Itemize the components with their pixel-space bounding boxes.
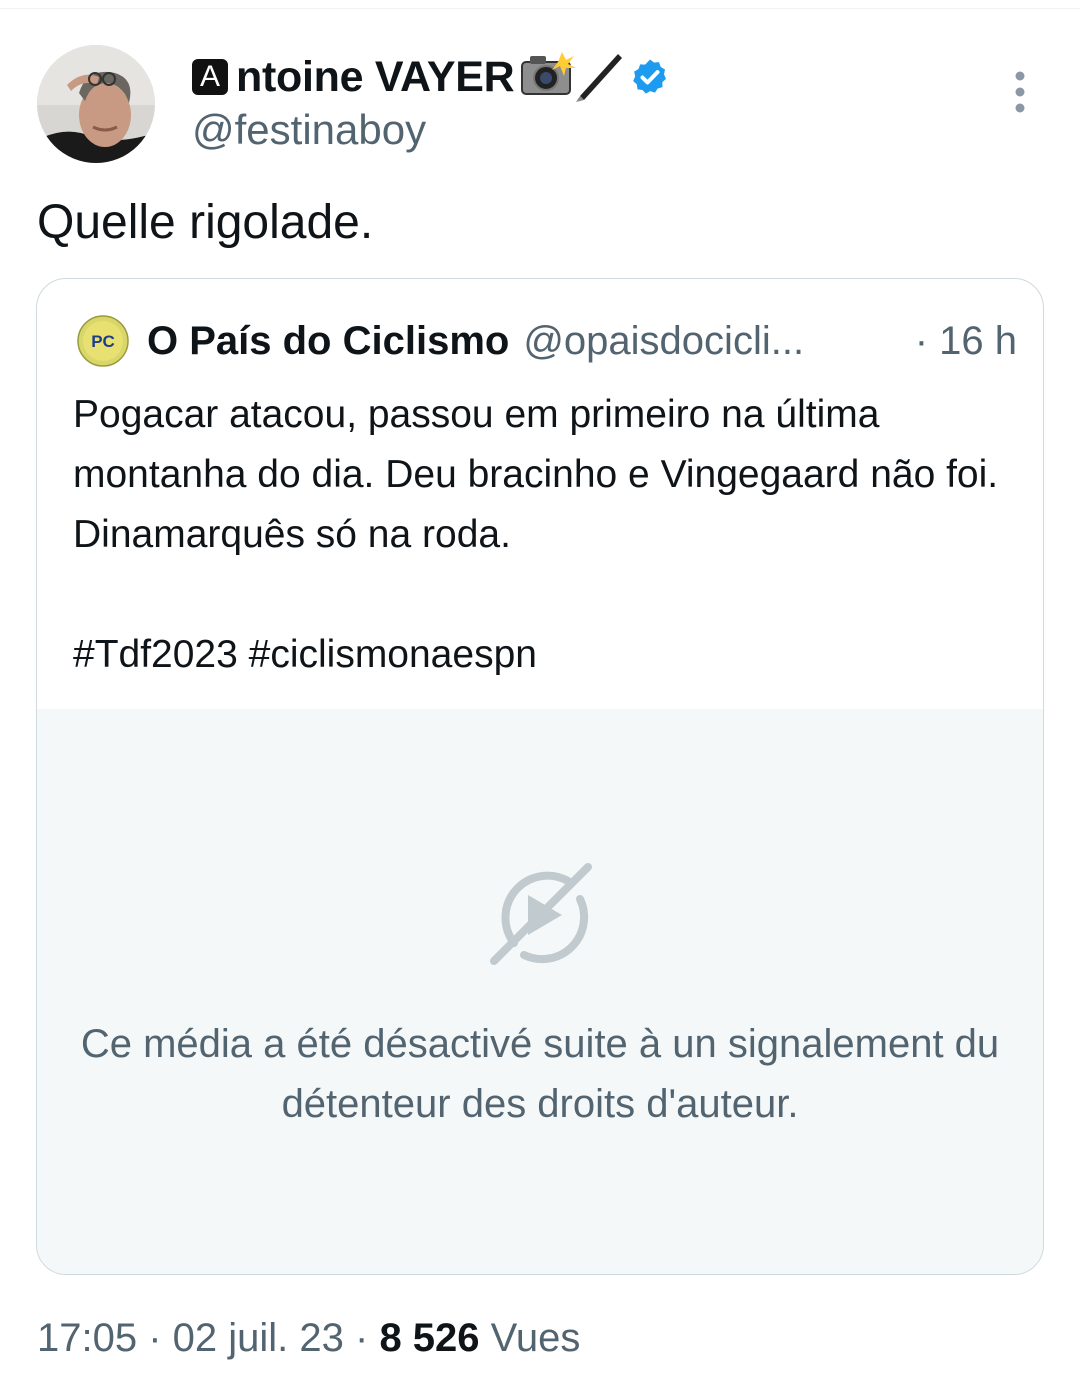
- top-divider: [0, 0, 1080, 9]
- more-vertical-icon: [1015, 71, 1025, 113]
- tweet-date[interactable]: 02 juil. 23: [173, 1316, 344, 1360]
- disabled-media-panel: Ce média a été désactivé suite à un sign…: [37, 709, 1043, 1274]
- meta-separator: ·: [343, 1316, 380, 1360]
- author-avatar[interactable]: [37, 45, 155, 163]
- quoted-tweet-time[interactable]: · 16 h: [915, 319, 1017, 364]
- name-letter-badge: A: [192, 59, 228, 95]
- quoted-tweet-card[interactable]: PC O País do Ciclismo @opaisdocicli... ·…: [36, 278, 1044, 1275]
- quoted-author-handle[interactable]: @opaisdocicli...: [523, 319, 900, 364]
- author-avatar-image: [37, 45, 155, 163]
- disabled-video-icon: [490, 863, 592, 965]
- author-name-row[interactable]: Antoine VAYER: [192, 48, 670, 106]
- meta-separator: ·: [137, 1316, 173, 1360]
- author-handle[interactable]: @festinaboy: [192, 106, 426, 154]
- tweet-meta-row: 17:05 · 02 juil. 23 · 8 526 Vues: [37, 1316, 580, 1361]
- verified-badge-icon: [633, 59, 667, 94]
- tweet-text: Quelle rigolade.: [37, 196, 374, 249]
- camera-pen-emoji-icon: [521, 51, 623, 102]
- author-display-name[interactable]: ntoine VAYER: [236, 53, 515, 102]
- media-disabled-notice: Ce média a été désactivé suite à un sign…: [80, 1022, 1000, 1126]
- quoted-avatar-logo-text: PC: [91, 332, 115, 351]
- views-count[interactable]: 8 526: [379, 1316, 479, 1360]
- tweet-time[interactable]: 17:05: [37, 1316, 137, 1360]
- views-label[interactable]: Vues: [480, 1316, 581, 1360]
- quoted-tweet-header: PC O País do Ciclismo @opaisdocicli... ·…: [77, 313, 1017, 369]
- quoted-tweet-body: Pogacar atacou, passou em primeiro na úl…: [73, 393, 999, 556]
- quoted-author-name[interactable]: O País do Ciclismo: [147, 319, 509, 364]
- camera-pen-emojis: [520, 48, 624, 107]
- more-options-button[interactable]: [1002, 70, 1038, 114]
- quoted-author-avatar[interactable]: PC: [77, 315, 129, 367]
- quoted-tweet-hashtags[interactable]: #Tdf2023 #ciclismonaespn: [73, 625, 537, 685]
